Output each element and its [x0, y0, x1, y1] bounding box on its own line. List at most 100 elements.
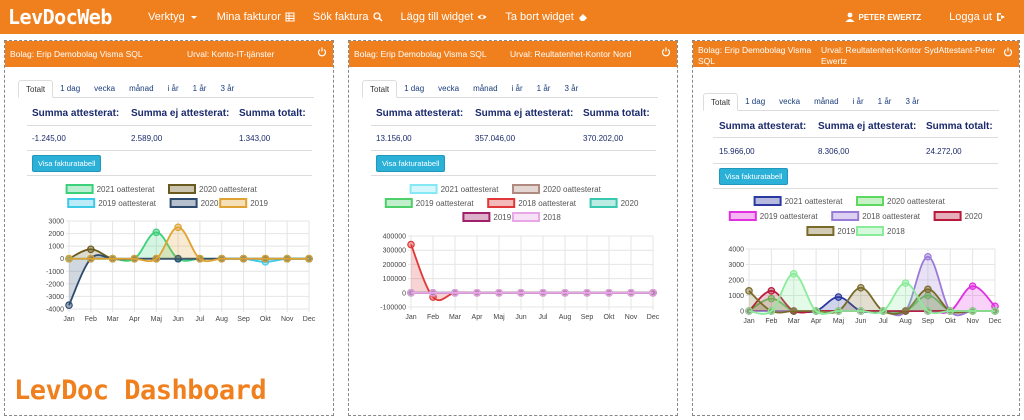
- legend-label: 2020 oattesterat: [887, 197, 946, 206]
- tab-i-ar[interactable]: i år: [846, 93, 871, 111]
- tab-totalt[interactable]: Totalt: [18, 80, 54, 98]
- series-point: [130, 254, 139, 263]
- series-point: [65, 301, 73, 310]
- tab-vecka[interactable]: vecka: [87, 80, 122, 98]
- series-point: [495, 289, 503, 297]
- legend-label: 2019 oattesterat: [416, 199, 475, 208]
- legend-label: 2018 oattesterat: [518, 199, 577, 208]
- x-tick-label: Nov: [625, 314, 638, 321]
- show-table-button[interactable]: Visa fakturatabell: [376, 155, 446, 172]
- series-point: [429, 289, 437, 297]
- legend-swatch: [753, 196, 782, 206]
- power-icon[interactable]: [661, 47, 671, 57]
- nav-sok-faktura[interactable]: Sök faktura: [313, 11, 383, 23]
- brand-logo[interactable]: LevDocWeb: [8, 5, 148, 29]
- series-point: [583, 289, 591, 297]
- x-tick-label: Jul: [879, 318, 888, 325]
- show-table-button[interactable]: Visa fakturatabell: [32, 155, 102, 172]
- sum-total-heading: Summa totalt:: [239, 108, 306, 119]
- tab-manad[interactable]: månad: [122, 80, 160, 98]
- series-point: [649, 289, 657, 297]
- tab-vecka[interactable]: vecka: [772, 93, 807, 111]
- x-tick-label: Sep: [922, 318, 935, 325]
- y-tick-label: 3000: [728, 262, 744, 269]
- x-tick-label: Feb: [427, 314, 439, 321]
- series-area-4: [411, 244, 653, 301]
- power-icon[interactable]: [317, 47, 327, 57]
- x-tick-label: Mar: [788, 318, 801, 325]
- summary-headings: Summa attesterat: Summa ej attesterat: S…: [719, 121, 993, 132]
- nav-ta-bort-widget[interactable]: Ta bort widget: [505, 11, 587, 23]
- widget-panel-2: Bolag: Erip Demobolag Visma SQL Urval: R…: [348, 40, 678, 416]
- nav-mina-fakturor[interactable]: Mina fakturor: [217, 11, 295, 23]
- legend-swatch: [65, 184, 94, 194]
- tab-totalt[interactable]: Totalt: [362, 80, 398, 98]
- y-tick-label: 1000: [48, 244, 64, 251]
- series-point: [991, 307, 999, 315]
- divider: [713, 137, 998, 138]
- legend-label: 2019 oattesterat: [98, 199, 157, 208]
- tab-1-ar[interactable]: 1 år: [186, 80, 214, 98]
- caret-down-icon: [190, 16, 197, 19]
- series-point: [65, 254, 73, 263]
- legend-swatch: [831, 211, 860, 221]
- series-line-4: [410, 244, 653, 302]
- tab-3-ar[interactable]: 3 år: [898, 93, 926, 111]
- y-tick-label: 4000: [728, 247, 744, 254]
- x-tick-label: Aug: [559, 314, 572, 321]
- top-navbar: LevDocWeb Verktyg Mina fakturor Sök fakt…: [0, 0, 1024, 34]
- tab-i-ar[interactable]: i år: [161, 80, 186, 98]
- user-menu[interactable]: PETER EWERTZ: [845, 12, 921, 22]
- series-point: [745, 307, 753, 315]
- x-tick-label: Dec: [989, 318, 1002, 325]
- panel-bolag: Bolag: Erip Demobolag Visma SQL: [354, 49, 487, 59]
- sum-not-attested-heading: Summa ej attesterat:: [475, 108, 574, 119]
- x-tick-label: Sep: [581, 314, 594, 321]
- nav-ta-bort-widget-label: Ta bort widget: [505, 11, 574, 23]
- chart-kontor-nord: 2021 oattesterat 2020 oattesterat 2019 oat…: [380, 184, 660, 321]
- tab-1-ar[interactable]: 1 år: [530, 80, 558, 98]
- y-tick-label: 2000: [48, 231, 64, 238]
- show-table-button[interactable]: Visa fakturatabell: [719, 168, 789, 185]
- tab-1-dag[interactable]: 1 dag: [53, 80, 87, 98]
- eraser-icon: [578, 14, 587, 21]
- tab-1-ar[interactable]: 1 år: [871, 93, 899, 111]
- x-tick-label: Jun: [855, 318, 866, 325]
- tab-totalt[interactable]: Totalt: [703, 93, 739, 111]
- series-point: [767, 287, 776, 295]
- tab-vecka[interactable]: vecka: [431, 80, 466, 98]
- legend-swatch: [806, 226, 835, 236]
- tab-3-ar[interactable]: 3 år: [557, 80, 585, 98]
- tab-3-ar[interactable]: 3 år: [213, 80, 241, 98]
- y-tick-label: 3000: [48, 219, 64, 226]
- divider: [371, 125, 656, 126]
- summary-headings: Summa attesterat: Summa ej attesterat: S…: [376, 108, 650, 119]
- tab-1-dag[interactable]: 1 dag: [738, 93, 772, 111]
- x-tick-label: Maj: [833, 318, 845, 325]
- x-tick-label: Apr: [472, 314, 484, 321]
- series-point: [627, 289, 635, 297]
- sum-total-value: 24.272,00: [926, 147, 962, 156]
- nav-verktyg[interactable]: Verktyg: [148, 11, 199, 23]
- series-point: [834, 307, 843, 315]
- tab-1-dag[interactable]: 1 dag: [397, 80, 431, 98]
- nav-verktyg-label: Verktyg: [148, 11, 185, 23]
- tab-manad[interactable]: månad: [466, 80, 504, 98]
- summary-headings: Summa attesterat: Summa ej attesterat: S…: [32, 108, 306, 119]
- tab-manad[interactable]: månad: [807, 93, 845, 111]
- widget-panel-1: Bolag: Erip Demobolag Visma SQL Urval: K…: [4, 40, 334, 416]
- y-tick-label: 200000: [383, 262, 406, 269]
- logout-link[interactable]: Logga ut: [949, 11, 1006, 23]
- tab-i-ar[interactable]: i år: [505, 80, 530, 98]
- chart-kontor-syd: 2021 oattesterat 2020 oattesterat 2019 oat…: [728, 196, 1002, 325]
- legend-label: 2019: [493, 213, 511, 222]
- legend-label: 2020: [965, 212, 983, 221]
- x-tick-label: Mar: [107, 316, 120, 323]
- panel-urval: Urval: Reultatenhet-Kontor SydAttestant-…: [821, 45, 996, 66]
- legend-swatch: [512, 184, 540, 194]
- power-icon[interactable]: [1003, 47, 1013, 57]
- series-point: [174, 223, 182, 232]
- divider: [713, 188, 998, 189]
- nav-lagg-till-widget[interactable]: Lägg till widget: [401, 11, 488, 23]
- legend-label: 2021 oattesterat: [441, 185, 500, 194]
